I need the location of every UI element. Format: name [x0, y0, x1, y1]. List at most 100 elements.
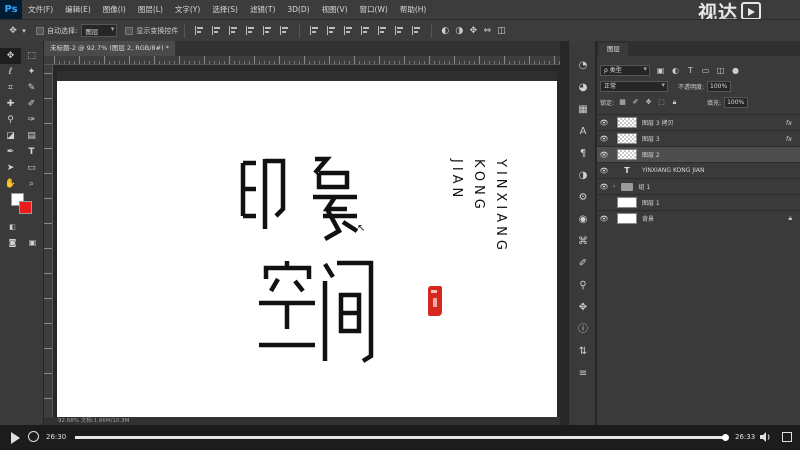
zoom-tool-icon[interactable]: ⌕ — [21, 176, 42, 192]
visibility-eye-icon[interactable]: 👁︎ — [597, 151, 611, 159]
distribute-top-icon[interactable] — [310, 26, 319, 35]
menu-view[interactable]: 视图(V) — [316, 4, 354, 15]
menu-type[interactable]: 文字(Y) — [169, 4, 206, 15]
screen-mode-icon[interactable]: ▣ — [22, 235, 43, 251]
fill-input[interactable]: 100% — [724, 96, 749, 108]
pen-tool-icon[interactable]: ✒ — [0, 144, 21, 160]
stamp-tool-icon[interactable]: ⚲ — [0, 112, 21, 128]
menu-image[interactable]: 图像(I) — [97, 4, 132, 15]
lock-all-icon[interactable]: 🔒︎ — [670, 98, 679, 107]
character-panel-icon[interactable]: A — [569, 121, 597, 143]
auto-select-checkbox[interactable] — [36, 26, 44, 35]
progress-bar[interactable] — [75, 434, 730, 441]
layer-row[interactable]: 👁︎ 背景 🔒︎ — [597, 210, 800, 226]
move-tool-icon[interactable]: ✥ — [6, 24, 20, 38]
chevron-right-icon[interactable]: › — [613, 183, 615, 190]
brush-panel-icon[interactable]: ✐ — [569, 253, 597, 275]
replay-icon[interactable] — [28, 431, 39, 442]
layer-effects-icon[interactable]: fx — [786, 135, 792, 143]
distribute-hcenter-icon[interactable] — [378, 26, 387, 35]
default-colors-icon[interactable]: ◧ — [2, 219, 23, 235]
distribute-vcenter-icon[interactable] — [327, 26, 336, 35]
layer-row-selected[interactable]: 👁︎ 图层 2 — [597, 146, 800, 162]
blend-mode-dropdown[interactable]: 正常 — [600, 80, 668, 92]
align-top-icon[interactable] — [195, 26, 204, 35]
visibility-eye-icon[interactable]: 👁︎ — [597, 119, 611, 127]
tool-presets-icon[interactable]: ⇅ — [569, 341, 597, 363]
lasso-tool-icon[interactable]: ℓ — [0, 64, 21, 80]
3d-slide-icon[interactable]: ⇔ — [480, 24, 494, 38]
visibility-eye-icon[interactable]: 👁︎ — [597, 135, 611, 143]
timeline-panel-icon[interactable]: ≡ — [569, 363, 597, 385]
play-icon[interactable] — [11, 432, 20, 444]
layer-effects-icon[interactable]: fx — [786, 119, 792, 127]
align-hcenter-icon[interactable] — [263, 26, 272, 35]
menu-help[interactable]: 帮助(H) — [394, 4, 433, 15]
shape-filter-icon[interactable]: ▭ — [701, 66, 710, 75]
distribute-bottom-icon[interactable] — [344, 26, 353, 35]
auto-select-dropdown[interactable]: 图层 — [81, 24, 118, 37]
visibility-eye-icon[interactable]: 👁︎ — [597, 215, 611, 223]
distribute-left-icon[interactable] — [361, 26, 370, 35]
3d-rotate-icon[interactable]: ◐ — [438, 24, 452, 38]
color-panel-icon[interactable]: ◕ — [569, 77, 597, 99]
layer-row[interactable]: 👁︎ › 组 1 — [597, 178, 800, 194]
move-tool-icon[interactable]: ✥ — [0, 48, 21, 64]
distribute-right-icon[interactable] — [395, 26, 404, 35]
type-filter-icon[interactable]: T — [686, 66, 695, 75]
type-tool-icon[interactable]: T — [21, 144, 42, 160]
shape-tool-icon[interactable]: ▭ — [21, 160, 42, 176]
layer-row[interactable]: 👁︎ 图层 3 fx — [597, 130, 800, 146]
adjustment-filter-icon[interactable]: ◐ — [671, 66, 680, 75]
menu-window[interactable]: 窗口(W) — [354, 4, 394, 15]
lock-artboard-icon[interactable]: ⬚ — [657, 98, 666, 107]
eraser-tool-icon[interactable]: ◪ — [0, 128, 21, 144]
document-tab[interactable]: 未标题-2 @ 92.7% (图层 2, RGB/8#) * — [44, 41, 175, 56]
gradient-tool-icon[interactable]: ▤ — [21, 128, 42, 144]
canvas[interactable]: YINXIANG KONG JIAN ↖ — [57, 81, 557, 418]
eyedropper-tool-icon[interactable]: ✎ — [21, 80, 42, 96]
layer-row[interactable]: 图层 1 — [597, 194, 800, 210]
adjustments-panel-icon[interactable]: ◑ — [569, 165, 597, 187]
show-transform-checkbox[interactable] — [125, 26, 134, 35]
align-vcenter-icon[interactable] — [212, 26, 221, 35]
layer-row[interactable]: 👁︎ T YINXIANG KONG JIAN — [597, 162, 800, 178]
healing-tool-icon[interactable]: ✚ — [0, 96, 21, 112]
volume-icon[interactable] — [760, 432, 772, 442]
menu-filter[interactable]: 滤镜(T) — [244, 4, 281, 15]
menu-select[interactable]: 选择(S) — [206, 4, 244, 15]
crop-tool-icon[interactable]: ⌗ — [0, 80, 21, 96]
layer-row[interactable]: 👁︎ 图层 3 拷贝 fx — [597, 114, 800, 130]
align-bottom-icon[interactable] — [229, 26, 238, 35]
hand-tool-icon[interactable]: ✋ — [0, 176, 21, 192]
3d-scale-icon[interactable]: ◫ — [494, 24, 508, 38]
fullscreen-icon[interactable] — [782, 432, 792, 442]
paragraph-panel-icon[interactable]: ¶ — [569, 143, 597, 165]
menu-edit[interactable]: 编辑(E) — [59, 4, 97, 15]
3d-panel-icon[interactable]: ✥ — [569, 297, 597, 319]
properties-panel-icon[interactable]: ⚙ — [569, 187, 597, 209]
tab-layers[interactable]: 图层 — [599, 43, 628, 56]
filter-toggle-icon[interactable]: ● — [731, 66, 740, 75]
align-right-icon[interactable] — [280, 26, 289, 35]
layer-filter-dropdown[interactable]: ρ 类型 — [600, 64, 650, 76]
channels-panel-icon[interactable]: ◉ — [569, 209, 597, 231]
chevron-down-icon[interactable]: ▾ — [20, 24, 28, 38]
align-left-icon[interactable] — [246, 26, 255, 35]
marquee-tool-icon[interactable]: ⬚ — [21, 48, 42, 64]
3d-roll-icon[interactable]: ◑ — [452, 24, 466, 38]
magic-wand-tool-icon[interactable]: ✦ — [21, 64, 42, 80]
info-panel-icon[interactable]: ⓘ — [569, 319, 597, 341]
menu-file[interactable]: 文件(F) — [22, 4, 59, 15]
smart-object-filter-icon[interactable]: ◫ — [716, 66, 725, 75]
lock-position-icon[interactable]: ✥ — [644, 98, 653, 107]
auto-align-icon[interactable] — [412, 26, 421, 35]
quick-mask-icon[interactable]: ◙ — [2, 235, 23, 251]
menu-layer[interactable]: 图层(L) — [132, 4, 169, 15]
paths-panel-icon[interactable]: ⌘ — [569, 231, 597, 253]
pixel-filter-icon[interactable]: ▣ — [656, 66, 665, 75]
visibility-eye-icon[interactable]: 👁︎ — [597, 183, 611, 191]
clone-source-panel-icon[interactable]: ⚲ — [569, 275, 597, 297]
3d-drag-icon[interactable]: ✥ — [466, 24, 480, 38]
background-color-swatch[interactable] — [19, 201, 32, 214]
